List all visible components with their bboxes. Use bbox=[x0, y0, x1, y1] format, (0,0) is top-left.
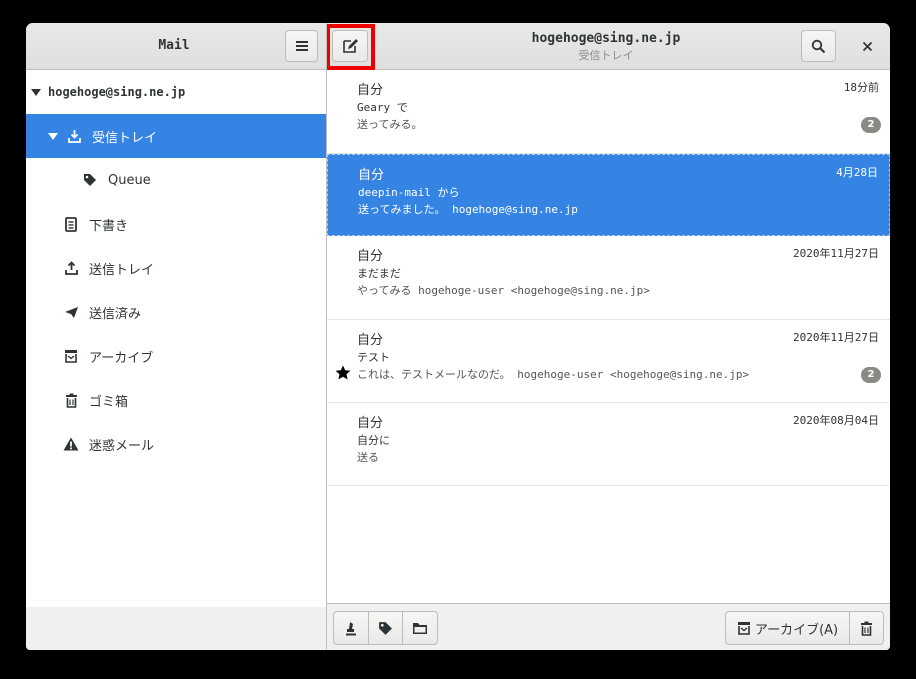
close-button[interactable] bbox=[854, 36, 880, 56]
compose-button[interactable] bbox=[332, 30, 368, 62]
sidebar-item-sent[interactable]: 送信済み bbox=[26, 290, 326, 334]
message-from: 自分 bbox=[357, 416, 384, 431]
message-date: 2020年08月04日 bbox=[793, 414, 879, 427]
mail-window: Mail hogehoge@sing.ne.jp 受信トレイ hogehoge@… bbox=[26, 23, 890, 650]
mark-icon bbox=[346, 621, 356, 635]
warning-icon bbox=[63, 436, 79, 452]
message-row[interactable]: 自分 2020年08月04日 自分に 送る bbox=[327, 403, 890, 486]
message-subject: テスト bbox=[357, 351, 390, 364]
archive-button[interactable]: アーカイブ(A) bbox=[725, 611, 850, 645]
message-from: 自分 bbox=[357, 333, 384, 348]
archive-icon bbox=[63, 348, 79, 364]
message-subject: Geary で bbox=[357, 101, 408, 114]
message-date: 2020年11月27日 bbox=[793, 247, 879, 260]
message-preview: 送る bbox=[357, 451, 379, 464]
sidebar-item-junk[interactable]: 迷惑メール bbox=[26, 422, 326, 466]
sidebar-item-label: 迷惑メール bbox=[89, 438, 155, 454]
archive-button-label: アーカイブ(A) bbox=[754, 622, 839, 638]
close-icon bbox=[862, 41, 872, 51]
message-date: 2020年11月27日 bbox=[793, 331, 879, 344]
message-preview: これは、テストメールなのだ。 hogehoge-user <hogehoge@s… bbox=[357, 368, 750, 381]
search-icon bbox=[811, 39, 826, 53]
sidebar-header: Mail bbox=[26, 23, 326, 70]
sent-icon bbox=[63, 304, 79, 320]
outbox-icon bbox=[63, 260, 79, 276]
message-subject: deepin-mail から bbox=[358, 186, 460, 199]
message-row[interactable]: 自分 2020年11月27日 まだまだ やってみる hogehoge-user … bbox=[327, 236, 890, 320]
inbox-icon bbox=[66, 128, 82, 144]
sidebar-item-queue[interactable]: Queue bbox=[26, 158, 326, 202]
message-row[interactable]: 自分 2020年11月27日 テスト これは、テストメールなのだ。 hogeho… bbox=[327, 320, 890, 403]
mark-button[interactable] bbox=[333, 611, 369, 645]
thread-count-badge: 2 bbox=[861, 117, 881, 133]
compose-icon bbox=[343, 39, 358, 53]
app-title: Mail bbox=[158, 38, 190, 53]
sidebar-item-outbox[interactable]: 送信トレイ bbox=[26, 246, 326, 290]
sidebar-item-label: 下書き bbox=[89, 218, 129, 234]
hamburger-icon bbox=[295, 41, 308, 51]
delete-button[interactable] bbox=[849, 611, 884, 645]
sidebar-item-trash[interactable]: ゴミ箱 bbox=[26, 378, 326, 422]
collapse-triangle-icon[interactable] bbox=[31, 88, 41, 96]
thread-count-badge: 2 bbox=[861, 367, 881, 383]
header-account: hogehoge@sing.ne.jp bbox=[531, 31, 681, 46]
sidebar-item-drafts[interactable]: 下書き bbox=[26, 202, 326, 246]
trash-icon bbox=[63, 392, 79, 408]
message-subject: まだまだ bbox=[357, 267, 401, 280]
message-from: 自分 bbox=[357, 249, 384, 264]
folder-sidebar: hogehoge@sing.ne.jp 受信トレイ Queue 下書き 送信トレ… bbox=[26, 70, 326, 607]
sidebar-item-label: 送信トレイ bbox=[89, 262, 155, 278]
message-preview: やってみる hogehoge-user <hogehoge@sing.ne.jp… bbox=[357, 284, 650, 297]
archive-icon bbox=[737, 622, 750, 635]
tag-icon bbox=[379, 621, 392, 635]
star-icon[interactable] bbox=[335, 365, 351, 384]
list-actionbar: アーカイブ(A) bbox=[327, 603, 890, 650]
sidebar-footer bbox=[26, 607, 326, 650]
trash-icon bbox=[861, 621, 872, 636]
sidebar-item-label: アーカイブ bbox=[89, 350, 154, 366]
message-date: 4月28日 bbox=[836, 166, 878, 179]
search-button[interactable] bbox=[801, 30, 836, 62]
folder-icon bbox=[413, 622, 427, 634]
message-date: 18分前 bbox=[843, 81, 879, 94]
message-from: 自分 bbox=[358, 168, 385, 183]
sidebar-item-label: ゴミ箱 bbox=[89, 394, 129, 410]
message-preview: 送ってみました。 hogehoge@sing.ne.jp bbox=[358, 203, 578, 216]
menu-button[interactable] bbox=[285, 30, 318, 62]
tag-icon bbox=[82, 172, 98, 188]
sidebar-item-label: 送信済み bbox=[89, 306, 142, 322]
message-list: 自分 18分前 Geary で 送ってみる。 2 自分 4月28日 deepin… bbox=[327, 70, 890, 603]
message-row[interactable]: 自分 18分前 Geary で 送ってみる。 2 bbox=[327, 70, 890, 154]
sidebar-item-archive[interactable]: アーカイブ bbox=[26, 334, 326, 378]
conversation-title: hogehoge@sing.ne.jp 受信トレイ bbox=[486, 31, 726, 63]
drafts-icon bbox=[63, 216, 79, 232]
message-subject: 自分に bbox=[357, 434, 390, 447]
sidebar-item-label: 受信トレイ bbox=[92, 130, 158, 146]
message-row-selected[interactable]: 自分 4月28日 deepin-mail から 送ってみました。 hogehog… bbox=[327, 154, 890, 236]
account-label: hogehoge@sing.ne.jp bbox=[48, 85, 186, 99]
label-button[interactable] bbox=[368, 611, 403, 645]
header-folder: 受信トレイ bbox=[578, 49, 634, 62]
sidebar-item-label: Queue bbox=[108, 172, 151, 188]
account-row[interactable]: hogehoge@sing.ne.jp bbox=[26, 70, 326, 114]
message-from: 自分 bbox=[357, 83, 384, 98]
sidebar-item-inbox[interactable]: 受信トレイ bbox=[26, 114, 326, 158]
message-preview: 送ってみる。 bbox=[357, 118, 423, 131]
expand-triangle-icon[interactable] bbox=[48, 132, 58, 140]
move-button[interactable] bbox=[402, 611, 438, 645]
